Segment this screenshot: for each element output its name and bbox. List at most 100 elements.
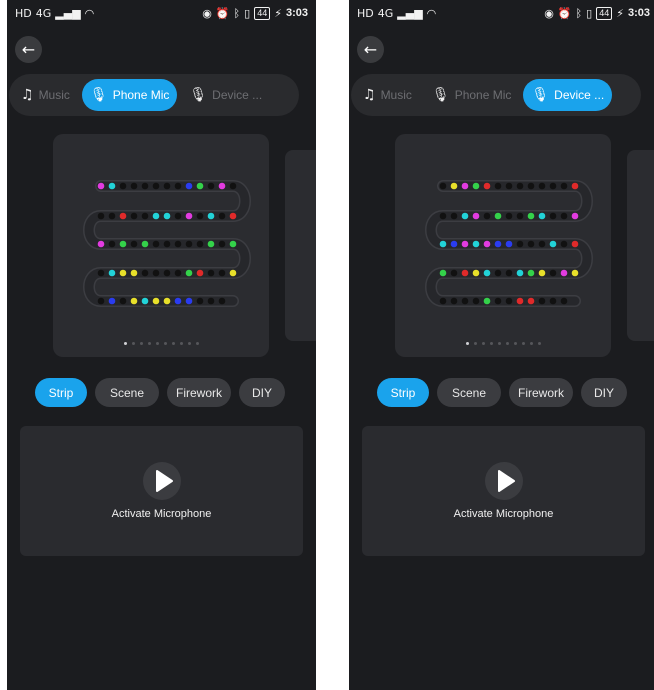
strip-preview-card[interactable]	[53, 134, 269, 357]
back-button[interactable]: ←	[15, 36, 42, 63]
tab-music[interactable]: ♫ Music	[355, 79, 420, 111]
page-dot[interactable]	[163, 342, 167, 345]
led-dot	[97, 269, 105, 277]
led-dot	[229, 240, 237, 248]
effect-diy-button[interactable]: DIY	[581, 378, 627, 407]
tab-music[interactable]: ♫ Music	[13, 79, 78, 111]
page-dot[interactable]	[179, 342, 183, 345]
led-dot	[119, 297, 127, 305]
alarm-icon: ⏰	[215, 6, 230, 20]
tab-phone-mic[interactable]: 🎙 Phone Mic	[81, 79, 178, 111]
page-dot[interactable]	[139, 342, 143, 345]
led-dot	[538, 212, 546, 220]
page-dot[interactable]	[155, 342, 159, 345]
page-dot[interactable]	[513, 342, 517, 345]
tab-device-mic-label: Device ...	[554, 88, 605, 102]
led-dot	[461, 240, 469, 248]
led-dot	[450, 212, 458, 220]
page-dot[interactable]	[131, 342, 135, 345]
effect-strip-button[interactable]: Strip	[35, 378, 87, 407]
led-dot	[483, 182, 491, 190]
page-dot[interactable]	[481, 342, 485, 345]
led-dot	[450, 240, 458, 248]
effect-scene-button[interactable]: Scene	[437, 378, 501, 407]
led-dot	[516, 240, 524, 248]
page-dot[interactable]	[187, 342, 191, 345]
page-dot[interactable]	[465, 342, 469, 345]
page-dot[interactable]	[505, 342, 509, 345]
led-dot	[450, 269, 458, 277]
mode-tab-bar: ♫ Music 🎙 Phone Mic 🎙 Device ...	[351, 74, 641, 116]
led-dot	[130, 297, 138, 305]
page-dot[interactable]	[473, 342, 477, 345]
vibrate-icon: ▯	[586, 6, 593, 20]
led-dot	[538, 269, 546, 277]
vibrate-icon: ▯	[244, 6, 251, 20]
led-dot	[450, 182, 458, 190]
led-dot	[119, 182, 127, 190]
status-bar: HD 4G ▂▄▆ ◠ ◉ ⏰ ᛒ ▯ 44 ⚡ 3:03	[7, 0, 316, 26]
led-dot	[141, 297, 149, 305]
led-dot	[174, 297, 182, 305]
page-dot[interactable]	[171, 342, 175, 345]
signal-icon: ▂▄▆	[397, 6, 423, 20]
effect-strip-button[interactable]: Strip	[377, 378, 429, 407]
page-dot[interactable]	[521, 342, 525, 345]
tab-music-label: Music	[38, 88, 70, 102]
tab-phone-mic[interactable]: 🎙 Phone Mic	[424, 79, 519, 111]
led-dot	[174, 269, 182, 277]
page-dot[interactable]	[147, 342, 151, 345]
led-dot	[472, 297, 480, 305]
led-dot	[472, 182, 480, 190]
tab-phone-mic-label: Phone Mic	[454, 88, 512, 102]
page-dot[interactable]	[537, 342, 541, 345]
charging-icon: ⚡	[616, 6, 624, 20]
led-dot	[439, 269, 447, 277]
tab-device-mic[interactable]: 🎙 Device ...	[523, 79, 613, 111]
tab-device-mic[interactable]: 🎙 Device ...	[181, 79, 270, 111]
mic-icon: 🎙	[531, 87, 550, 103]
effect-firework-button[interactable]: Firework	[167, 378, 231, 407]
led-strip-preview	[425, 180, 593, 307]
page-dot[interactable]	[529, 342, 533, 345]
play-button[interactable]	[143, 462, 181, 500]
effect-firework-button[interactable]: Firework	[509, 378, 573, 407]
led-dot	[196, 212, 204, 220]
led-dot	[494, 182, 502, 190]
page-dot[interactable]	[195, 342, 199, 345]
effect-diy-button[interactable]: DIY	[239, 378, 285, 407]
effect-selector: Strip Scene Firework DIY	[35, 378, 285, 407]
led-dot	[538, 297, 546, 305]
back-button[interactable]: ←	[357, 36, 384, 63]
page-indicator	[53, 342, 269, 345]
led-dot	[141, 240, 149, 248]
status-time: 3:03	[285, 7, 308, 19]
led-dot	[130, 182, 138, 190]
page-dot[interactable]	[123, 342, 127, 345]
phone-screen-left: HD 4G ▂▄▆ ◠ ◉ ⏰ ᛒ ▯ 44 ⚡ 3:03 ← ♫ Music	[7, 0, 316, 690]
wifi-icon: ◠	[84, 6, 95, 20]
play-button[interactable]	[485, 462, 523, 500]
led-dot	[108, 269, 116, 277]
alarm-icon: ⏰	[557, 6, 572, 20]
strip-preview-card[interactable]	[395, 134, 611, 357]
led-dot	[207, 240, 215, 248]
next-preview-card[interactable]	[285, 150, 316, 341]
led-dot	[527, 269, 535, 277]
led-dot	[196, 297, 204, 305]
led-dot	[571, 182, 579, 190]
page-dot[interactable]	[497, 342, 501, 345]
led-dot	[152, 297, 160, 305]
led-dot	[483, 240, 491, 248]
led-dot	[461, 212, 469, 220]
led-dot	[549, 212, 557, 220]
effect-scene-button[interactable]: Scene	[95, 378, 159, 407]
page-dot[interactable]	[489, 342, 493, 345]
led-dot	[450, 297, 458, 305]
led-dot	[571, 240, 579, 248]
led-dot	[141, 182, 149, 190]
next-preview-card[interactable]	[627, 150, 654, 341]
led-dot	[163, 240, 171, 248]
led-dot	[163, 182, 171, 190]
led-dot	[494, 240, 502, 248]
